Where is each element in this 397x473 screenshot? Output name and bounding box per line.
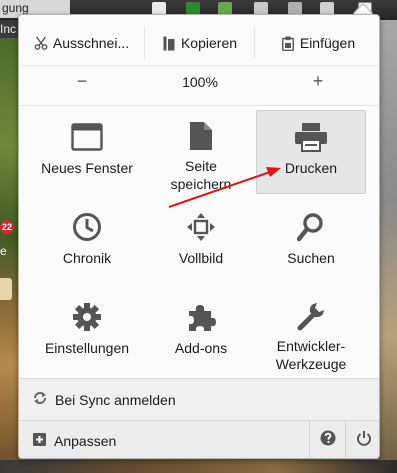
- history-button[interactable]: Chronik: [32, 200, 142, 284]
- notification-badge: 22: [0, 220, 14, 234]
- zoom-controls: − 100% +: [19, 65, 379, 98]
- customize-button[interactable]: Anpassen: [19, 421, 309, 459]
- cut-button[interactable]: Ausschnei...: [19, 27, 145, 59]
- panel-footer: Anpassen: [19, 420, 379, 459]
- addons-label: Add-ons: [174, 340, 228, 356]
- developer-tools-label: Entwickler- Werkzeuge: [275, 338, 347, 372]
- page-content-right: [378, 20, 397, 473]
- new-window-label: Neues Fenster: [41, 160, 133, 176]
- print-button[interactable]: Drucken: [256, 110, 366, 194]
- page-content-bottom: [0, 460, 397, 473]
- settings-label: Einstellungen: [44, 340, 130, 356]
- new-window-icon: [71, 119, 103, 155]
- fullscreen-label: Vollbild: [178, 250, 224, 266]
- gear-icon: [72, 299, 102, 335]
- paste-button[interactable]: Einfügen: [255, 27, 379, 59]
- new-window-button[interactable]: Neues Fenster: [32, 110, 142, 194]
- edit-controls: Ausschnei... Kopieren Einfügen: [19, 27, 379, 59]
- page-panel-fragment: [0, 278, 12, 300]
- save-page-label: Seite speichern: [170, 158, 232, 192]
- fullscreen-button[interactable]: Vollbild: [146, 200, 256, 284]
- zoom-reset-button[interactable]: 100%: [145, 66, 255, 98]
- copy-button[interactable]: Kopieren: [145, 27, 255, 59]
- sync-icon: [33, 391, 47, 408]
- cut-label: Ausschnei...: [52, 35, 130, 51]
- scissors-icon: [34, 35, 48, 51]
- firefox-menu-panel: Ausschnei... Kopieren Einfügen − 100% + …: [18, 14, 380, 459]
- history-label: Chronik: [62, 250, 112, 266]
- copy-icon: [162, 35, 176, 51]
- search-label: Suchen: [287, 250, 335, 266]
- puzzle-icon: [186, 299, 216, 335]
- wrench-icon: [296, 299, 326, 333]
- fullscreen-icon: [186, 209, 216, 245]
- copy-label: Kopieren: [180, 35, 238, 51]
- print-icon: [294, 119, 328, 155]
- help-icon: [320, 430, 336, 451]
- history-clock-icon: [72, 209, 102, 245]
- clipboard-icon: [281, 35, 295, 51]
- menu-tile-grid: Neues Fenster Seite speichern Drucken Ch…: [19, 105, 379, 375]
- print-label: Drucken: [284, 160, 338, 176]
- quit-button[interactable]: [345, 420, 379, 458]
- settings-button[interactable]: Einstellungen: [32, 290, 142, 374]
- save-page-icon: [189, 119, 213, 153]
- search-button[interactable]: Suchen: [256, 200, 366, 284]
- paste-label: Einfügen: [299, 35, 356, 51]
- customize-label: Anpassen: [54, 432, 117, 449]
- sync-signin-button[interactable]: Bei Sync anmelden: [19, 378, 379, 420]
- search-icon: [297, 209, 325, 245]
- sync-label: Bei Sync anmelden: [55, 391, 176, 408]
- save-page-button[interactable]: Seite speichern: [146, 110, 256, 194]
- addons-button[interactable]: Add-ons: [146, 290, 256, 374]
- tab-fragment[interactable]: Inc: [0, 20, 18, 38]
- plus-box-icon: [33, 432, 46, 449]
- zoom-out-button[interactable]: −: [19, 66, 145, 98]
- page-text-fragment: e: [0, 244, 7, 258]
- help-button[interactable]: [309, 420, 345, 458]
- zoom-in-button[interactable]: +: [255, 66, 379, 98]
- power-icon: [356, 430, 372, 451]
- developer-tools-button[interactable]: Entwickler- Werkzeuge: [256, 290, 366, 374]
